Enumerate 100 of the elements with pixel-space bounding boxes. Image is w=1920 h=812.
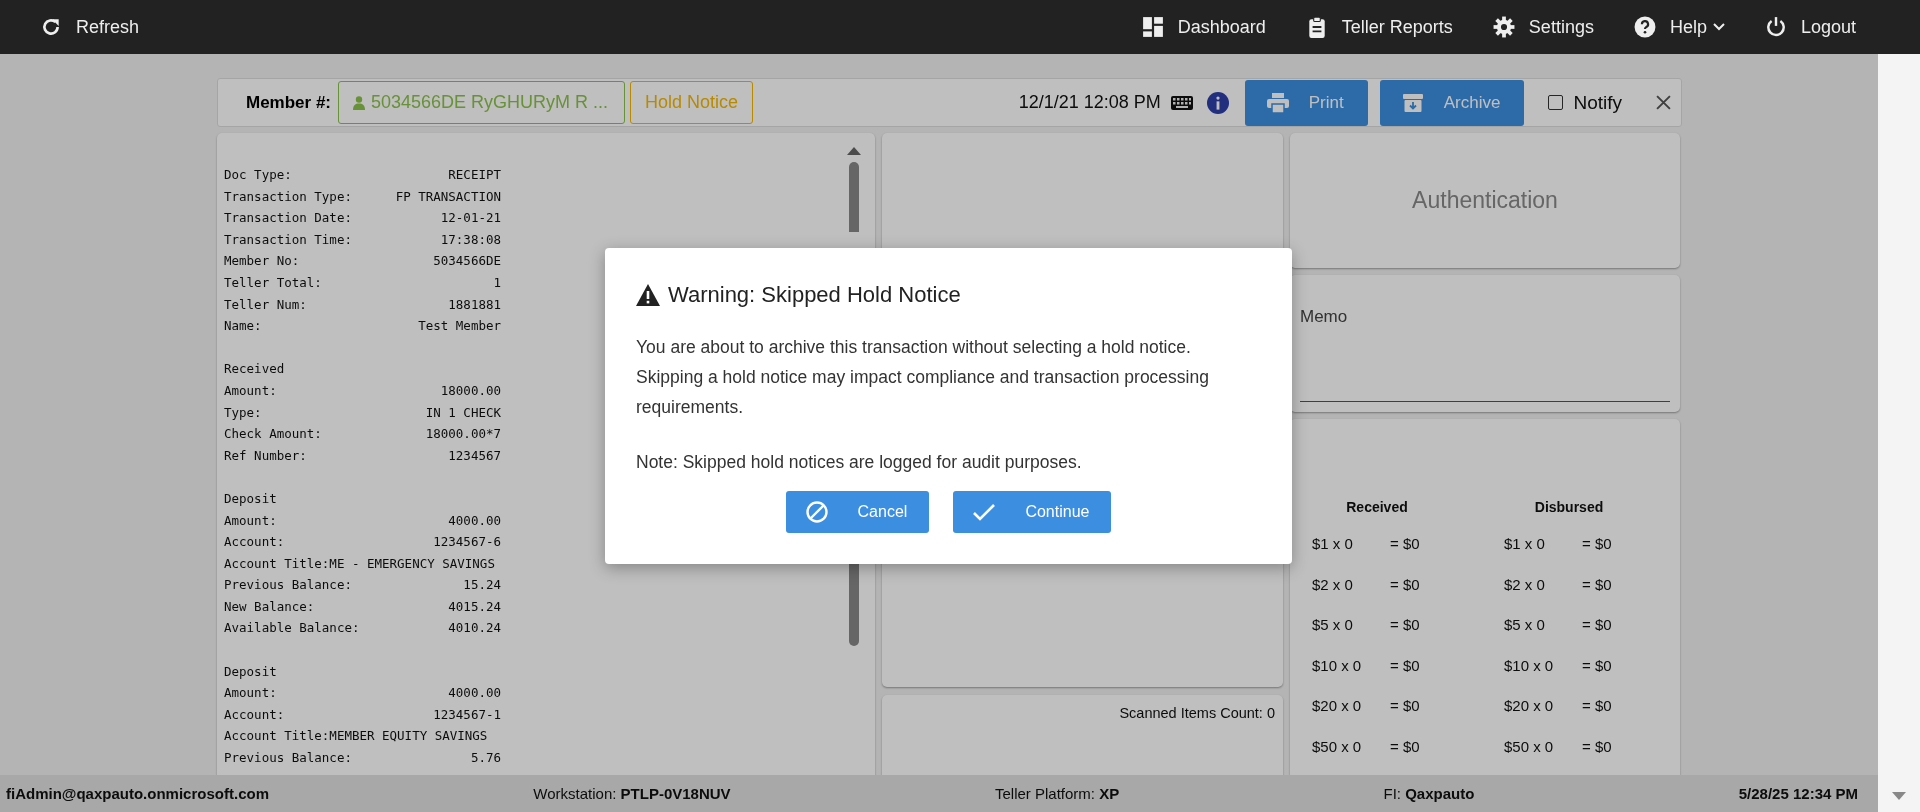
denomination-total: = $0 [1390, 656, 1420, 676]
member-label: Member #: [246, 92, 332, 113]
receipt-label: Account: [224, 533, 285, 552]
denomination-count: $1 x 0 [1504, 535, 1546, 554]
denomination-total: = $0 [1582, 656, 1612, 676]
receipt-label: Amount: [224, 511, 277, 530]
close-icon[interactable] [1656, 95, 1671, 110]
receipt-label: Check Amount: [224, 425, 322, 444]
receipt-value: 15.24 [463, 576, 501, 595]
warning-icon [636, 284, 660, 306]
info-icon[interactable] [1206, 91, 1229, 114]
person-icon [353, 95, 366, 110]
chevron-icon [1712, 23, 1725, 31]
denomination-total: = $0 [1390, 616, 1420, 635]
receipt-label: Available Balance: [224, 619, 360, 638]
user-email: fiAdmin@qaxpauto.onmicrosoft.com [6, 785, 269, 802]
settings-icon [1492, 16, 1515, 38]
status-item: Workstation: PTLP-0V18NUV [533, 785, 731, 802]
receipt-value: 1234567 [448, 446, 501, 465]
receipt-label: Member No: [224, 252, 300, 271]
receipt-heading: Deposit [224, 662, 278, 681]
receipt-label: Previous Balance: [224, 749, 352, 768]
receipt-value: 1 [493, 273, 501, 292]
receipt-value: 4000.00 [448, 511, 501, 530]
refresh-link[interactable]: Refresh [40, 16, 140, 38]
denomination-total: = $0 [1582, 737, 1612, 757]
notify-checkbox[interactable]: Notify [1548, 91, 1622, 114]
receipt-value: FP TRANSACTION [395, 187, 501, 206]
refresh-icon [40, 16, 62, 38]
denomination-count: $2 x 0 [1312, 575, 1354, 595]
denomination-count: $2 x 0 [1504, 575, 1546, 595]
receipt-label: Type: [224, 403, 262, 422]
receipt-value: 5034566DE [433, 252, 501, 271]
receipt-value: 1234567-1 [433, 705, 501, 724]
receipt-value: 1234567-6 [433, 533, 501, 552]
receipt-value: 5.76 [470, 749, 501, 768]
denomination-total: = $0 [1390, 737, 1420, 757]
receipt-value: RECEIPT [448, 166, 501, 184]
scroll-down-arrow-icon[interactable] [1892, 792, 1906, 800]
receipt-line: Account Title:MEMBER EQUITY SAVINGS [224, 727, 489, 746]
denomination-total: = $0 [1582, 535, 1612, 554]
status-item: FI: Qaxpauto [1383, 785, 1475, 802]
denomination-count: $50 x 0 [1312, 737, 1363, 757]
memo-field[interactable]: Memo [1290, 275, 1680, 412]
dialog-title: Warning: Skipped Hold Notice [668, 282, 961, 308]
status-datetime: 5/28/25 12:34 PM [1738, 785, 1858, 802]
receipt-line: Account Title:ME - EMERGENCY SAVINGS [224, 554, 496, 573]
settings-link[interactable]: Settings [1492, 16, 1594, 38]
receipt-heading: Received [224, 360, 286, 379]
denomination-total: = $0 [1582, 616, 1612, 635]
receipt-label: Name: [224, 317, 262, 336]
receipt-value: 12-01-21 [440, 209, 501, 228]
denomination-total: = $0 [1582, 575, 1612, 595]
receipt-label: Amount: [224, 684, 277, 703]
receipt-value: 4015.24 [448, 597, 501, 616]
receipt-label: Transaction Date: [224, 209, 352, 228]
receipt-value: 1881881 [448, 295, 501, 314]
receipt-label: Account: [224, 705, 285, 724]
receipt-heading: Deposit [224, 489, 278, 508]
checkmark-icon [973, 501, 996, 523]
receipt-label: Previous Balance: [224, 576, 352, 595]
receipt-label: Ref Number: [224, 446, 307, 465]
receipt-value: 17:38:08 [440, 230, 501, 249]
denomination-count: $20 x 0 [1504, 697, 1555, 716]
dialog-message: You are about to archive this transaction without selecting a hold notice. Skipping a hold notice may impact compliance and transaction processing requirements. [636, 336, 1210, 419]
scroll-up-arrow-icon[interactable] [847, 147, 861, 155]
receipt-value: 4000.00 [448, 684, 501, 703]
help-icon [1633, 16, 1656, 38]
scroll-thumb[interactable] [849, 162, 859, 232]
dashboard-link[interactable]: Dashboard [1141, 16, 1266, 38]
keyboard-icon[interactable] [1170, 95, 1193, 110]
receipt-label: Transaction Type: [224, 187, 352, 206]
dashboard-icon [1141, 16, 1164, 38]
logout-link[interactable]: Logout [1764, 16, 1856, 38]
scanned-items-count: Scanned Items Count: 0 [1119, 705, 1275, 721]
receipt-label: Amount: [224, 381, 277, 400]
receipt-label: Teller Total: [224, 273, 322, 292]
denomination-count: $20 x 0 [1312, 697, 1363, 716]
denomination-total: = $0 [1582, 697, 1612, 716]
column-header: Disbursed [1533, 499, 1605, 517]
printer-icon [1266, 92, 1289, 113]
receipt-value: 18000.00 [440, 381, 501, 400]
status-item: Teller Platform: XP [994, 785, 1120, 802]
denomination-total: = $0 [1390, 535, 1420, 554]
denomination-count: $10 x 0 [1504, 656, 1555, 676]
denomination-total: = $0 [1390, 575, 1420, 595]
column-header: Received [1345, 499, 1409, 517]
page-scrollbar[interactable] [1878, 54, 1920, 812]
authentication-label: Authentication [1412, 187, 1558, 214]
help-link[interactable]: Help [1633, 16, 1725, 38]
receipt-label: Transaction Time: [224, 230, 352, 249]
power-icon [1764, 16, 1787, 38]
receipt-value: IN 1 CHECK [425, 403, 501, 422]
reports-link[interactable]: Teller Reports [1305, 16, 1453, 38]
archive-box-icon [1401, 92, 1424, 113]
denomination-count: $50 x 0 [1504, 737, 1555, 757]
dialog-note: Note: Skipped hold notices are logged for audit purposes. [636, 451, 1083, 474]
transaction-datetime: 12/1/21 12:08 PM [1018, 92, 1161, 113]
receipt-label: Teller Num: [224, 295, 307, 314]
denomination-count: $10 x 0 [1312, 656, 1363, 676]
